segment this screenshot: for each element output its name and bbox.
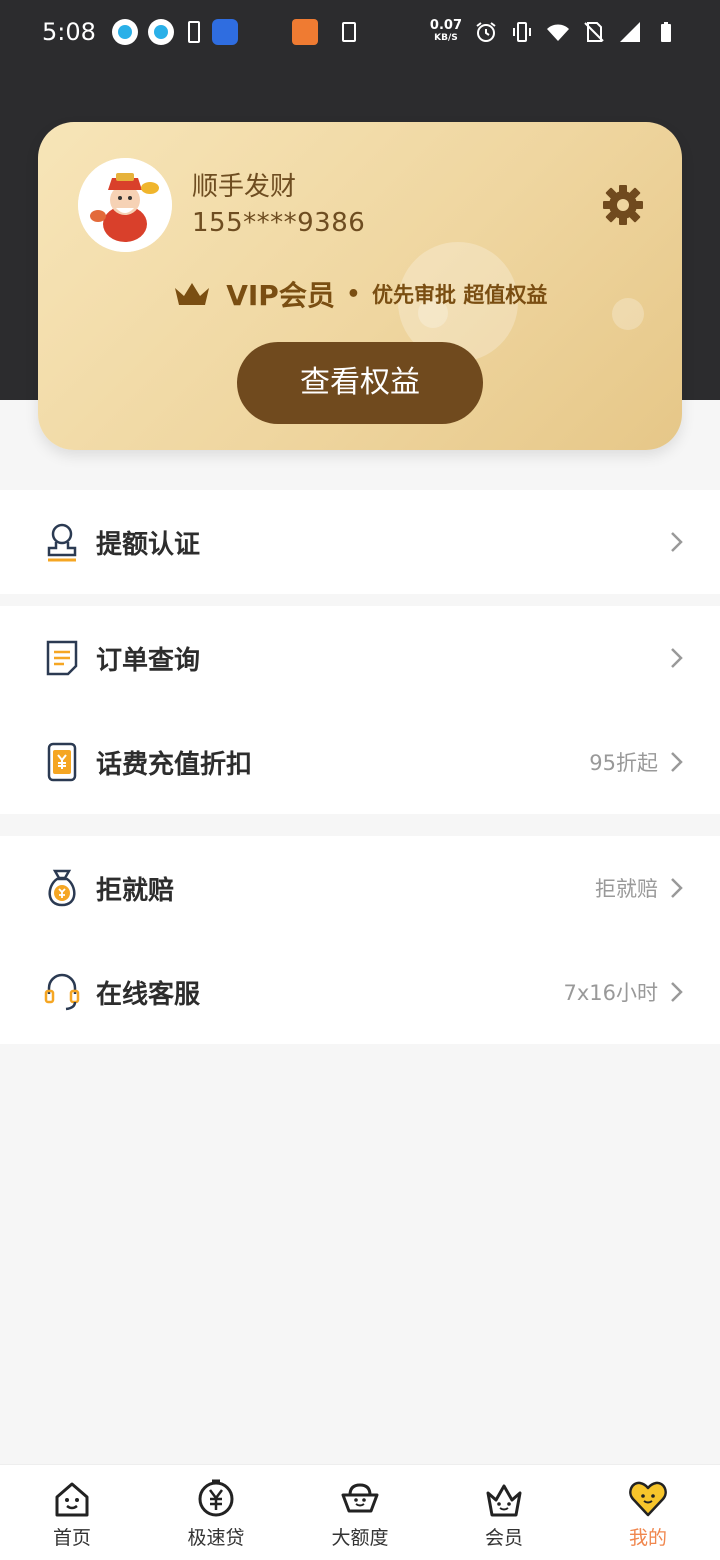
god-of-wealth-avatar-icon	[78, 158, 172, 252]
document-icon	[46, 640, 78, 676]
vip-benefits-line: VIP会员 • 优先审批 超值权益	[38, 274, 682, 314]
vip-title: VIP会员	[226, 279, 335, 312]
battery-icon	[661, 22, 671, 42]
user-name: 顺手发财	[192, 172, 297, 202]
signal-icon	[620, 22, 640, 42]
download-icon	[341, 22, 356, 42]
nav-label: 首页	[52, 1527, 91, 1549]
nav-fast-loan[interactable]: 极速贷	[144, 1465, 288, 1560]
menu-item-refund-guarantee[interactable]: 拒就赔 拒就赔	[0, 836, 720, 940]
bottom-nav: 首页 极速贷 大额度 会员 我的	[0, 1464, 720, 1560]
money-bag-icon	[48, 869, 76, 907]
menu-group-service: 拒就赔 拒就赔 在线客服 7x16小时	[0, 836, 720, 1044]
tv-app-icon	[111, 19, 138, 45]
menu-value: 7x16小时	[563, 981, 658, 1005]
status-time: 5:08	[42, 18, 96, 46]
menu-group-credit: 提额认证	[0, 490, 720, 594]
wifi-app-icon	[211, 19, 238, 45]
chevron-right-icon	[671, 648, 683, 668]
menu-label: 订单查询	[96, 645, 201, 676]
stamp-icon	[47, 523, 77, 562]
vip-card: 顺手发财 155****9386 VIP会员 • 优先审批 超值权益 查看权益	[38, 122, 682, 450]
menu-group-orders: 订单查询 话费充值折扣 95折起	[0, 606, 720, 814]
menu-item-order-query[interactable]: 订单查询	[0, 606, 720, 710]
nav-mine[interactable]: 我的	[576, 1465, 720, 1560]
nav-large-amount[interactable]: 大额度	[288, 1465, 432, 1560]
vip-separator: •	[346, 281, 361, 307]
headset-icon	[44, 973, 80, 1011]
battery-saver-icon	[187, 21, 200, 43]
chevron-right-icon	[671, 752, 683, 772]
menu-value: 拒就赔	[595, 877, 658, 901]
user-phone: 155****9386	[192, 208, 366, 238]
nav-label: 极速贷	[187, 1527, 245, 1549]
status-right: 0.07 KB/S	[429, 18, 678, 44]
vibrate-icon	[513, 22, 531, 42]
menu-value: 95折起	[589, 751, 658, 775]
ingot-icon	[341, 1483, 379, 1513]
orange-app-icon	[291, 19, 318, 45]
menu-item-raise-limit[interactable]: 提额认证	[0, 490, 720, 594]
avatar[interactable]	[78, 158, 172, 252]
chevron-right-icon	[671, 878, 683, 898]
nav-membership[interactable]: 会员	[432, 1465, 576, 1560]
nav-label: 会员	[484, 1527, 523, 1549]
view-benefits-button[interactable]: 查看权益	[237, 342, 483, 424]
chevron-right-icon	[671, 982, 683, 1002]
nav-home[interactable]: 首页	[0, 1465, 144, 1560]
home-icon	[55, 1482, 89, 1517]
menu-label: 在线客服	[96, 979, 201, 1010]
phone-recharge-icon	[47, 742, 77, 782]
vip-subtitle: 优先审批 超值权益	[372, 283, 548, 307]
yuan-coin-icon	[198, 1479, 234, 1517]
menu-item-phone-recharge[interactable]: 话费充值折扣 95折起	[0, 710, 720, 814]
wifi-icon	[547, 24, 569, 41]
heart-face-icon	[629, 1481, 667, 1517]
tv-app-icon	[147, 19, 174, 45]
net-speed: 0.07 KB/S	[429, 18, 462, 43]
no-sim-icon	[584, 22, 604, 42]
menu-label: 拒就赔	[96, 875, 175, 906]
menu-item-customer-service[interactable]: 在线客服 7x16小时	[0, 940, 720, 1044]
status-bar: 5:08 0.07 KB/S	[0, 0, 720, 64]
menu-label: 提额认证	[96, 529, 201, 560]
settings-gear-icon[interactable]	[602, 184, 644, 226]
alarm-icon	[476, 22, 496, 42]
crown-icon	[174, 283, 209, 305]
nav-label: 我的	[628, 1527, 667, 1549]
menu-label: 话费充值折扣	[96, 749, 253, 780]
chevron-right-icon	[671, 532, 683, 552]
nav-label: 大额度	[331, 1527, 389, 1549]
crown-face-icon	[486, 1484, 522, 1517]
